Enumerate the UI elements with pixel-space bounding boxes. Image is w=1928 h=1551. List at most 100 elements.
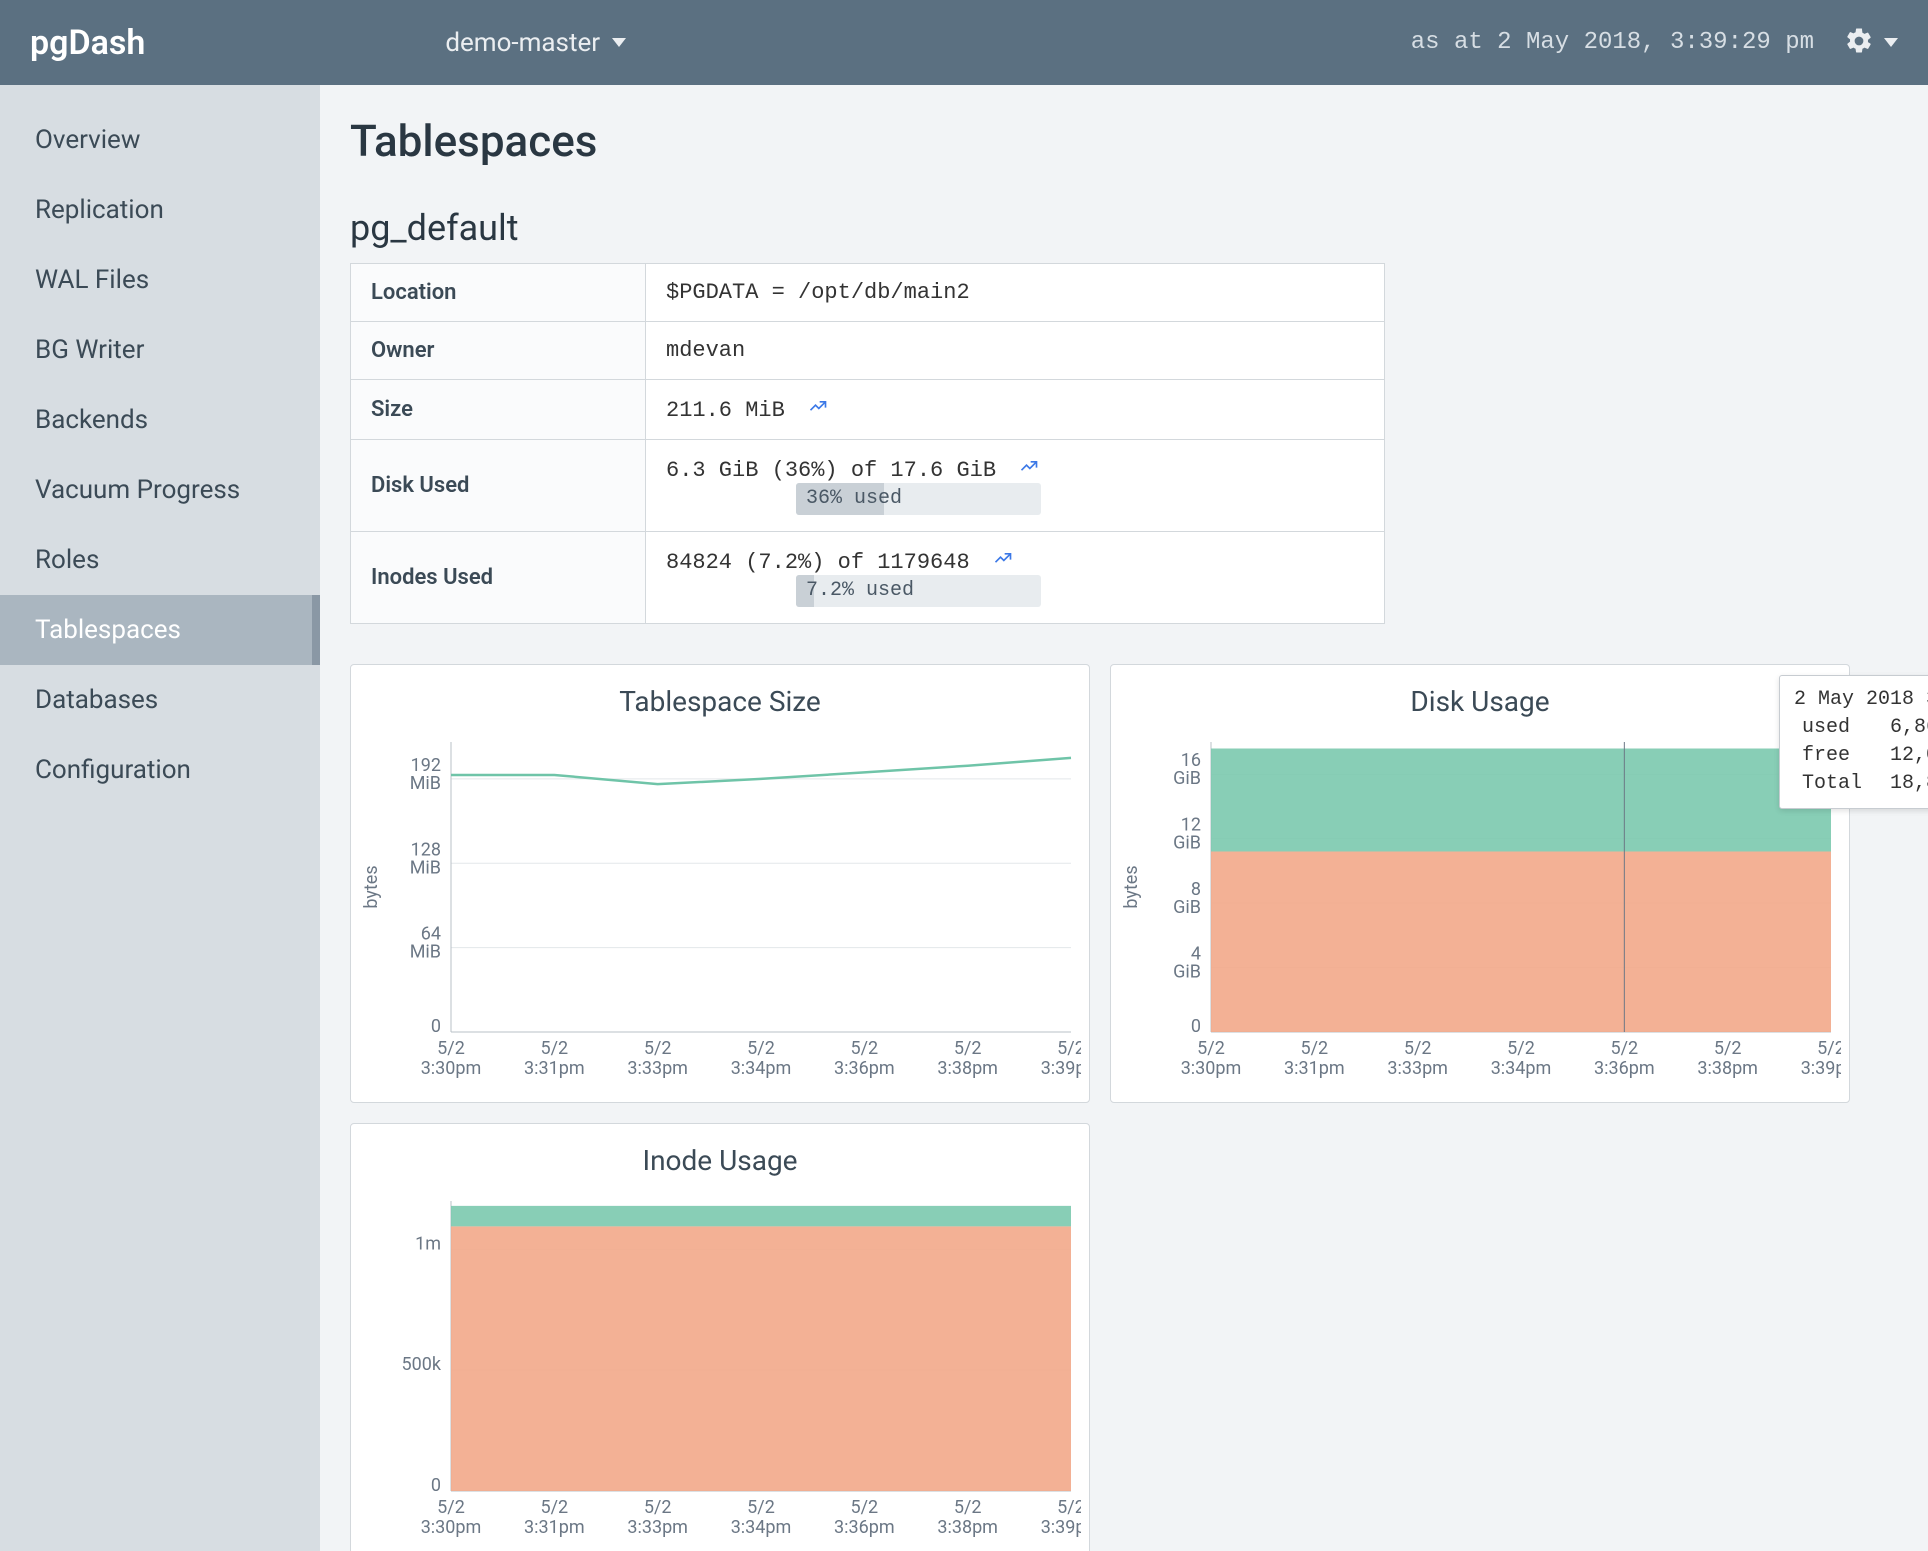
svg-text:5/2: 5/2: [644, 1038, 672, 1059]
disk-usage-bar-label: 36% used: [806, 487, 902, 510]
disk-usage-chart[interactable]: 04GiB8GiB12GiB16GiB5/23:30pm5/23:31pm5/2…: [1121, 732, 1839, 1092]
size-chart-link[interactable]: [808, 398, 828, 423]
svg-text:5/2: 5/2: [1197, 1038, 1225, 1059]
svg-text:bytes: bytes: [361, 865, 382, 908]
inodes-usage-bar-label: 7.2% used: [806, 579, 914, 602]
svg-text:3:36pm: 3:36pm: [834, 1058, 895, 1079]
inodes-chart-link[interactable]: [993, 550, 1013, 575]
inode-usage-chart[interactable]: 0500k1m5/23:30pm5/23:31pm5/23:33pm5/23:3…: [361, 1191, 1079, 1551]
svg-text:5/2: 5/2: [1057, 1497, 1081, 1518]
tablespace-size-chart[interactable]: 064MiB128MiB192MiB5/23:30pm5/23:31pm5/23…: [361, 732, 1079, 1092]
sidebar-item-roles[interactable]: Roles: [0, 525, 320, 595]
svg-text:5/2: 5/2: [437, 1497, 465, 1518]
svg-text:5/2: 5/2: [954, 1038, 982, 1059]
chevron-down-icon: [612, 38, 626, 47]
tooltip-total-value: 18,888,736,768 bytes: [1890, 770, 1928, 798]
tooltip-used-label: used: [1802, 714, 1850, 742]
row-label: Inodes Used: [351, 532, 646, 624]
svg-text:5/2: 5/2: [747, 1497, 775, 1518]
tablespace-name: pg_default: [350, 207, 1898, 249]
gear-icon: [1844, 26, 1874, 60]
svg-text:MiB: MiB: [410, 857, 441, 878]
chart-title: Tablespace Size: [361, 685, 1079, 718]
sidebar-item-replication[interactable]: Replication: [0, 175, 320, 245]
tooltip-free-value: 12,027,600,896 bytes: [1890, 742, 1928, 770]
svg-text:5/2: 5/2: [1404, 1038, 1432, 1059]
svg-text:5/2: 5/2: [954, 1497, 982, 1518]
settings-menu[interactable]: [1844, 26, 1898, 60]
svg-text:3:33pm: 3:33pm: [1387, 1058, 1448, 1079]
sidebar-item-overview[interactable]: Overview: [0, 105, 320, 175]
svg-text:5/2: 5/2: [1300, 1038, 1328, 1059]
svg-text:5/2: 5/2: [437, 1038, 465, 1059]
sidebar-item-databases[interactable]: Databases: [0, 665, 320, 735]
svg-text:5/2: 5/2: [1817, 1038, 1841, 1059]
table-row: Disk Used 6.3 GiB (36%) of 17.6 GiB 36% …: [351, 440, 1385, 532]
table-row: Inodes Used 84824 (7.2%) of 1179648 7.2%…: [351, 532, 1385, 624]
svg-text:5/2: 5/2: [1610, 1038, 1638, 1059]
svg-text:5/2: 5/2: [1057, 1038, 1081, 1059]
page-title: Tablespaces: [350, 115, 1898, 167]
chevron-down-icon: [1884, 38, 1898, 47]
svg-text:3:39pm: 3:39pm: [1041, 1517, 1081, 1538]
sidebar-item-backends[interactable]: Backends: [0, 385, 320, 455]
chart-title: Disk Usage: [1121, 685, 1839, 718]
svg-text:3:34pm: 3:34pm: [731, 1517, 792, 1538]
row-value: 84824 (7.2%) of 1179648 7.2% used: [646, 532, 1385, 624]
sidebar-item-configuration[interactable]: Configuration: [0, 735, 320, 805]
timestamp-label: as at 2 May 2018, 3:39:29 pm: [1411, 29, 1814, 56]
topbar: pgDash demo-master as at 2 May 2018, 3:3…: [0, 0, 1928, 85]
row-label: Size: [351, 380, 646, 440]
svg-text:3:31pm: 3:31pm: [524, 1058, 585, 1079]
row-label: Owner: [351, 322, 646, 380]
table-row: Location $PGDATA = /opt/db/main2: [351, 264, 1385, 322]
svg-text:3:38pm: 3:38pm: [937, 1058, 998, 1079]
svg-text:3:33pm: 3:33pm: [627, 1517, 688, 1538]
sidebar-item-tablespaces[interactable]: Tablespaces: [0, 595, 320, 665]
svg-text:GiB: GiB: [1173, 768, 1201, 789]
row-value: mdevan: [646, 322, 1385, 380]
svg-text:3:30pm: 3:30pm: [421, 1517, 482, 1538]
svg-text:3:34pm: 3:34pm: [731, 1058, 792, 1079]
svg-text:3:31pm: 3:31pm: [524, 1517, 585, 1538]
disk-text: 6.3 GiB (36%) of 17.6 GiB: [666, 458, 996, 483]
tooltip-used-value: 6,861,135,872 bytes: [1890, 714, 1928, 742]
table-row: Owner mdevan: [351, 322, 1385, 380]
chart-title: Inode Usage: [361, 1144, 1079, 1177]
svg-text:3:31pm: 3:31pm: [1284, 1058, 1345, 1079]
row-value: 6.3 GiB (36%) of 17.6 GiB 36% used: [646, 440, 1385, 532]
svg-text:3:33pm: 3:33pm: [627, 1058, 688, 1079]
svg-text:3:30pm: 3:30pm: [1181, 1058, 1242, 1079]
svg-text:3:39pm: 3:39pm: [1801, 1058, 1841, 1079]
inodes-text: 84824 (7.2%) of 1179648: [666, 550, 970, 575]
svg-text:3:38pm: 3:38pm: [937, 1517, 998, 1538]
svg-text:bytes: bytes: [1121, 865, 1142, 908]
database-selector[interactable]: demo-master: [445, 28, 626, 58]
svg-text:3:38pm: 3:38pm: [1697, 1058, 1758, 1079]
inodes-usage-bar: 7.2% used: [796, 575, 1041, 607]
disk-chart-link[interactable]: [1019, 458, 1039, 483]
svg-text:5/2: 5/2: [644, 1497, 672, 1518]
svg-text:3:36pm: 3:36pm: [1594, 1058, 1655, 1079]
size-text: 211.6 MiB: [666, 398, 785, 423]
svg-text:0: 0: [1191, 1016, 1201, 1037]
svg-text:1m: 1m: [415, 1233, 441, 1254]
disk-usage-bar: 36% used: [796, 483, 1041, 515]
svg-text:5/2: 5/2: [850, 1038, 878, 1059]
tablespace-size-card: Tablespace Size 064MiB128MiB192MiB5/23:3…: [350, 664, 1090, 1103]
inode-usage-card: Inode Usage 0500k1m5/23:30pm5/23:31pm5/2…: [350, 1123, 1090, 1551]
svg-text:GiB: GiB: [1173, 897, 1201, 918]
table-row: Size 211.6 MiB: [351, 380, 1385, 440]
row-value: 211.6 MiB: [646, 380, 1385, 440]
row-label: Location: [351, 264, 646, 322]
content-area: Tablespaces pg_default Location $PGDATA …: [320, 85, 1928, 1551]
sidebar-item-vacuum-progress[interactable]: Vacuum Progress: [0, 455, 320, 525]
svg-text:3:34pm: 3:34pm: [1491, 1058, 1552, 1079]
svg-text:3:36pm: 3:36pm: [834, 1517, 895, 1538]
sidebar-item-bg-writer[interactable]: BG Writer: [0, 315, 320, 385]
brand-logo[interactable]: pgDash: [30, 23, 145, 63]
svg-text:5/2: 5/2: [540, 1497, 568, 1518]
disk-usage-card: Disk Usage 04GiB8GiB12GiB16GiB5/23:30pm5…: [1110, 664, 1850, 1103]
sidebar-item-wal-files[interactable]: WAL Files: [0, 245, 320, 315]
tooltip-total-label: Total: [1802, 770, 1862, 798]
